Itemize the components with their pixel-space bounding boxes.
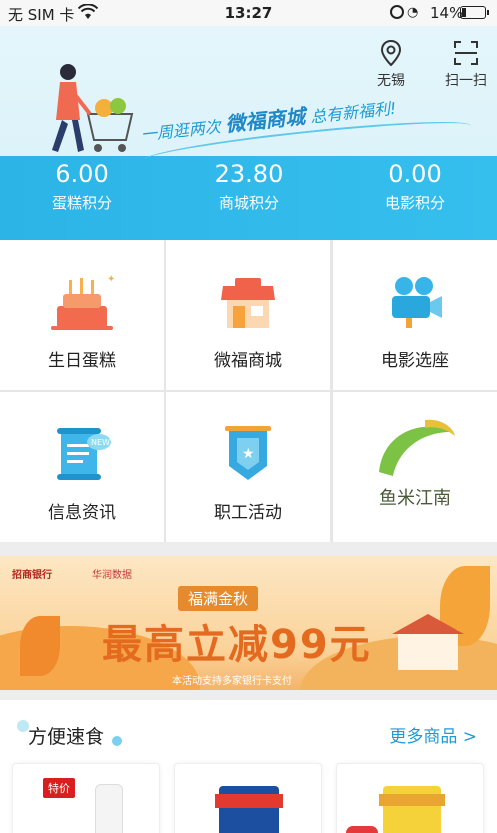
location-label: 无锡 [377,73,405,89]
product-card[interactable]: 特价 [12,763,160,833]
grid-item-label: 信息资讯 [48,503,116,523]
svg-text:★: ★ [242,446,255,462]
banner-tree [20,616,60,676]
promo-banner[interactable]: 招商银行 华润数据 福满金秋 最高立减99元 本活动支持多家银行卡支付 [0,556,497,690]
scan-icon [454,41,478,65]
status-bar: 无 SIM 卡 13:27 ◔ 14% [0,0,497,26]
shopper-illustration [52,64,134,152]
product-label-strip [215,794,283,808]
slogan-prefix: 一周逛两次 [140,117,222,145]
sale-badge: 特价 [43,778,75,798]
news-scroll-icon: NEW [57,428,111,480]
cake-points-label: 蛋糕积分 [51,194,112,212]
banner-headline: 最高立减99元 [102,622,372,668]
cake-points[interactable]: 6.00 蛋糕积分 [12,160,152,213]
mall-points-value: 23.80 [214,160,284,188]
cake-icon: ✦ [51,274,115,330]
points-header: 无锡 扫一扫 一周逛两次 微福商城 总有新福利! 6.00 蛋糕积分 23.80… [0,26,497,240]
movie-points[interactable]: 0.00 电影积分 [345,160,485,213]
banner-tag: 福满金秋 [178,586,259,611]
battery-percent: 14% [430,4,464,22]
more-products-link[interactable]: 更多商品 > [389,722,477,747]
grid-item-birthday-cake[interactable]: ✦ 生日蛋糕 [0,240,164,390]
alarm-icon: ◔ [407,5,419,20]
location-button[interactable]: 无锡 [361,40,421,90]
location-pin-icon [380,40,402,66]
svg-text:✦: ✦ [107,274,115,285]
banner-note: 本活动支持多家银行卡支付 [172,676,292,687]
scan-label: 扫一扫 [445,73,487,89]
section-title: 方便速食 [28,726,105,748]
grid-item-label: 职工活动 [214,503,282,523]
product-image [95,784,123,833]
grid-item-news[interactable]: NEW 信息资讯 [0,392,164,542]
banner-house-roof [392,614,464,634]
bank-logo: 招商银行 [12,570,52,581]
instant-food-section: 方便速食 更多商品 > 特价 [0,700,497,833]
mall-points[interactable]: 23.80 商城积分 [179,160,319,213]
shop-icon [221,278,275,328]
cake-points-value: 6.00 [55,160,109,188]
grid-item-yumi-jiangnan[interactable]: 鱼米江南 [333,392,497,542]
mall-points-label: 商城积分 [218,194,279,212]
grid-item-label: 微福商城 [214,351,282,371]
cart-count-badge [346,826,378,833]
movie-camera-icon [392,277,442,328]
battery-icon [460,6,489,19]
product-card[interactable] [336,763,484,833]
grid-item-mall[interactable]: 微福商城 [166,240,330,390]
feature-grid: ✦ 生日蛋糕 微福商城 电影选座 NEW 信息资讯 ★ 职工活动 鱼米江南 [0,240,497,542]
clock: 13:27 [224,4,273,22]
product-card[interactable] [174,763,322,833]
movie-points-label: 电影积分 [384,194,445,212]
banner-house [398,630,458,670]
points-row: 6.00 蛋糕积分 23.80 商城积分 0.00 电影积分 [0,160,497,220]
grid-item-movie[interactable]: 电影选座 [333,240,497,390]
scan-button[interactable]: 扫一扫 [436,40,496,90]
movie-points-value: 0.00 [388,160,442,188]
partner-logo: 华润数据 [92,570,132,581]
grid-item-activities[interactable]: ★ 职工活动 [166,392,330,542]
svg-text:鱼米江南: 鱼米江南 [379,488,451,509]
grid-item-label: 电影选座 [381,351,449,371]
yumi-jiangnan-logo: 鱼米江南 [379,419,455,509]
svg-text:NEW: NEW [91,438,110,447]
grid-item-label: 生日蛋糕 [48,351,116,371]
product-label-strip [379,794,445,806]
activity-banner-icon: ★ [225,426,271,480]
slogan-suffix: 总有新福利! [309,98,398,127]
decor-dot [112,736,122,746]
orientation-lock-icon [390,5,404,19]
